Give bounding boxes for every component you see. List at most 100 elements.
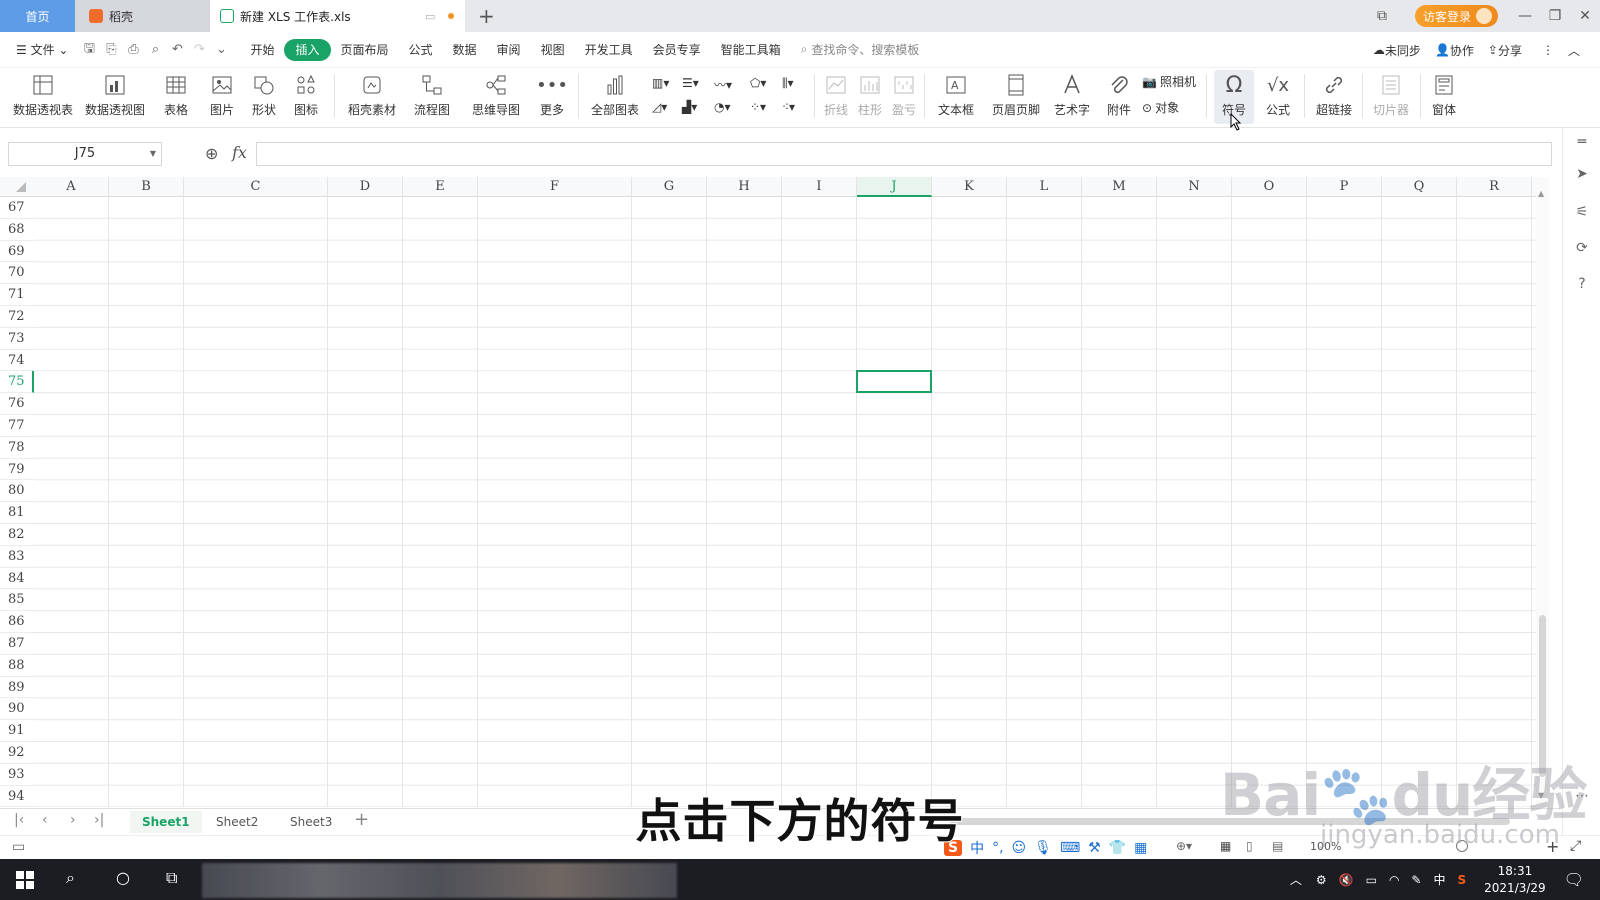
insert-function-icon[interactable]: fx — [232, 143, 247, 162]
sheet-tab-3[interactable]: Sheet3 — [278, 811, 344, 833]
column-header-l[interactable]: L — [1007, 177, 1082, 197]
save-icon[interactable]: 🖫 — [78, 39, 100, 61]
area-chart-icon[interactable]: ◿▾ — [652, 100, 667, 114]
ime-language[interactable]: 中 — [1433, 871, 1445, 888]
row-header-67[interactable]: 67 — [0, 197, 34, 219]
row-header-89[interactable]: 89 — [0, 677, 34, 699]
column-header-g[interactable]: G — [632, 177, 707, 197]
row-header-85[interactable]: 85 — [0, 589, 34, 612]
row-header-78[interactable]: 78 — [0, 437, 34, 459]
redo-icon[interactable]: ↷ — [188, 42, 210, 57]
row-header-94[interactable]: 94 — [0, 786, 34, 808]
row-header-79[interactable]: 79 — [0, 459, 34, 481]
undo-icon[interactable]: ↶ — [166, 42, 188, 57]
docer-material-button[interactable]: 稻壳素材 — [344, 70, 400, 124]
row-header-74[interactable]: 74 — [0, 350, 34, 372]
column-header-h[interactable]: H — [707, 177, 782, 197]
properties-icon[interactable]: ⚟ — [1573, 204, 1591, 222]
keyboard-icon[interactable]: ⌨ — [1060, 840, 1080, 856]
windows-start-icon[interactable] — [16, 871, 34, 889]
row-header-83[interactable]: 83 — [0, 546, 34, 568]
file-menu[interactable]: ☰ 文件 ⌄ — [6, 39, 78, 61]
row-header-70[interactable]: 70 — [0, 262, 34, 285]
form-button[interactable]: 窗体 — [1424, 70, 1464, 124]
flowchart-button[interactable]: 流程图 — [408, 70, 456, 124]
add-sheet-button[interactable]: + — [354, 809, 369, 830]
normal-view-icon[interactable]: ▦ — [1220, 839, 1231, 853]
header-footer-button[interactable]: 页眉页脚 — [988, 70, 1044, 124]
login-button[interactable]: 访客登录 — [1414, 5, 1498, 27]
row-header-69[interactable]: 69 — [0, 241, 34, 263]
row-header-81[interactable]: 81 — [0, 502, 34, 524]
column-chart-icon[interactable]: ▥▾ — [652, 76, 669, 90]
column-header-i[interactable]: I — [782, 177, 857, 197]
select-all-corner[interactable] — [16, 182, 26, 192]
column-header-a[interactable]: A — [34, 177, 109, 197]
bubble-chart-icon[interactable]: ⁖▾ — [782, 100, 795, 114]
column-header-q[interactable]: Q — [1382, 177, 1457, 197]
line-chart-icon[interactable]: 〰▾ — [714, 76, 732, 93]
menu-developer[interactable]: 开发工具 — [575, 39, 643, 61]
monitor-icon[interactable]: ▭ — [425, 10, 435, 23]
battery-icon[interactable]: ▭ — [1366, 873, 1377, 887]
icon-button[interactable]: 图标 — [288, 70, 324, 124]
camera-button[interactable]: 📷 照相机 — [1142, 73, 1196, 90]
tab-file[interactable]: 新建 XLS 工作表.xls ▭ — [210, 0, 465, 32]
row-header-82[interactable]: 82 — [0, 524, 34, 546]
restore-icon[interactable]: ❐ — [1540, 8, 1570, 24]
menu-review[interactable]: 审阅 — [487, 39, 531, 61]
table-button[interactable]: 表格 — [158, 70, 194, 124]
menu-member[interactable]: 会员专享 — [643, 39, 711, 61]
new-tab-button[interactable]: + — [478, 0, 495, 32]
row-header-71[interactable]: 71 — [0, 284, 34, 306]
cortana-icon[interactable]: ○ — [116, 868, 130, 887]
column-header-p[interactable]: P — [1307, 177, 1382, 197]
wordart-button[interactable]: 艺术字 — [1048, 70, 1096, 124]
more-button[interactable]: ••• 更多 — [532, 70, 572, 124]
scatter-chart-icon[interactable]: ⁘▾ — [750, 100, 766, 114]
pivot-table-button[interactable]: 数据透视表 — [10, 70, 76, 124]
sparkline-winloss-button[interactable]: 盈亏 — [888, 70, 920, 124]
print-preview-icon[interactable]: ⌕ — [144, 42, 166, 57]
row-header-88[interactable]: 88 — [0, 655, 34, 677]
wifi-icon[interactable]: ◠ — [1389, 873, 1399, 887]
textbox-button[interactable]: A 文本框 — [930, 70, 982, 124]
menu-view[interactable]: 视图 — [531, 39, 575, 61]
customize-icon[interactable]: ⌄ — [210, 42, 232, 57]
tab-home[interactable]: 首页 — [0, 0, 75, 32]
shape-button[interactable]: 形状 — [246, 70, 282, 124]
row-header-91[interactable]: 91 — [0, 720, 34, 742]
bar-chart-horizontal-icon[interactable]: ☰▾ — [682, 76, 699, 90]
row-header-87[interactable]: 87 — [0, 633, 34, 655]
slicer-button[interactable]: 切片器 — [1366, 70, 1416, 124]
row-header-68[interactable]: 68 — [0, 219, 34, 241]
row-header-92[interactable]: 92 — [0, 742, 34, 764]
search-icon[interactable]: ⌕ — [66, 868, 75, 888]
column-header-n[interactable]: N — [1157, 177, 1232, 197]
column-header-o[interactable]: O — [1232, 177, 1307, 197]
zoom-formula-icon[interactable]: ⊕ — [205, 144, 218, 163]
fullscreen-icon[interactable]: ⤢ — [1570, 838, 1581, 854]
row-header-73[interactable]: 73 — [0, 328, 34, 350]
menu-start[interactable]: 开始 — [240, 39, 284, 61]
stock-chart-icon[interactable]: ⫼▾ — [782, 76, 794, 91]
column-header-d[interactable]: D — [328, 177, 403, 197]
volume-muted-icon[interactable]: 🔇 — [1339, 873, 1354, 887]
attachment-button[interactable]: 附件 — [1102, 70, 1136, 124]
column-header-e[interactable]: E — [403, 177, 478, 197]
mindmap-button[interactable]: 思维导图 — [464, 70, 528, 124]
menu-insert[interactable]: 插入 — [284, 38, 331, 61]
column-header-m[interactable]: M — [1082, 177, 1157, 197]
row-header-72[interactable]: 72 — [0, 306, 34, 328]
row-header-80[interactable]: 80 — [0, 480, 34, 503]
sheet-tab-1[interactable]: Sheet1 — [130, 811, 202, 833]
column-header-r[interactable]: R — [1457, 177, 1532, 197]
notification-icon[interactable]: 🗨 — [1564, 870, 1584, 889]
row-header-76[interactable]: 76 — [0, 393, 34, 415]
minimize-icon[interactable]: — — [1510, 8, 1540, 24]
object-button[interactable]: ⊙ 对象 — [1142, 99, 1179, 116]
all-charts-button[interactable]: 全部图表 — [584, 70, 646, 124]
selected-cell[interactable] — [856, 370, 932, 394]
row-header-90[interactable]: 90 — [0, 698, 34, 721]
sparkline-line-button[interactable]: 折线 — [820, 70, 852, 124]
